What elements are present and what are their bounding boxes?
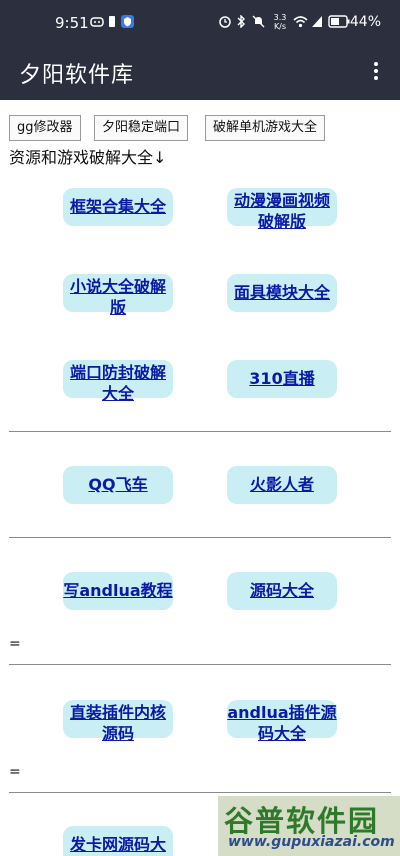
battery-icon xyxy=(328,15,350,28)
link-framework-collection[interactable]: 框架合集大全 xyxy=(63,188,173,226)
link-anime-comic-video[interactable]: 动漫漫画视频破解版 xyxy=(227,188,337,231)
link-source-code[interactable]: 源码大全 xyxy=(227,572,337,610)
app-bar: 夕阳软件库 xyxy=(0,45,400,100)
bluetooth-icon xyxy=(237,15,245,28)
divider xyxy=(9,537,391,538)
link-310-live[interactable]: 310直播 xyxy=(227,360,337,398)
watermark-url: www.gupuxiazai.com xyxy=(228,834,395,850)
link-plugin-kernel-source[interactable]: 直装插件内核源码 xyxy=(63,700,173,743)
link-novel-collection[interactable]: 小说大全破解版 xyxy=(63,274,173,317)
section-heading: 资源和游戏破解大全↓ xyxy=(9,148,167,167)
watermark-logo: 谷普软件园 www.gupuxiazai.com xyxy=(218,796,400,856)
link-qq-speed[interactable]: QQ飞车 xyxy=(63,466,173,504)
link-naruto[interactable]: 火影人者 xyxy=(227,466,337,504)
game-icon xyxy=(90,17,104,27)
separator-text: = xyxy=(9,764,21,780)
divider xyxy=(9,431,391,432)
divider xyxy=(9,792,391,793)
divider xyxy=(9,664,391,665)
offline-games-button[interactable]: 破解单机游戏大全 xyxy=(205,115,326,141)
status-time: 9:51 xyxy=(55,14,89,32)
shield-icon xyxy=(121,15,134,28)
separator-text: = xyxy=(9,636,21,652)
status-bar: 9:51 3.3 K/s 44% xyxy=(0,0,400,45)
link-magisk-modules[interactable]: 面具模块大全 xyxy=(227,274,337,312)
battery-percent: 44% xyxy=(349,14,381,30)
stable-port-button[interactable]: 夕阳稳定端口 xyxy=(94,115,189,141)
link-andlua-plugin-source[interactable]: andlua插件源码大全 xyxy=(227,700,337,743)
gg-modifier-button[interactable]: gg修改器 xyxy=(9,115,81,141)
alarm-icon xyxy=(219,16,231,28)
link-port-anti-ban[interactable]: 端口防封破解大全 xyxy=(63,360,173,403)
wifi-icon xyxy=(293,16,308,28)
app-title: 夕阳软件库 xyxy=(19,63,135,88)
link-card-site-source[interactable]: 发卡网源码大 xyxy=(63,826,173,856)
mute-icon xyxy=(252,15,265,28)
net-speed: 3.3 K/s xyxy=(273,13,287,31)
battery-small-icon xyxy=(109,16,115,27)
more-menu-icon[interactable] xyxy=(366,59,386,85)
signal-icon xyxy=(312,16,322,27)
link-andlua-tutorial[interactable]: 写andlua教程 xyxy=(63,572,173,610)
